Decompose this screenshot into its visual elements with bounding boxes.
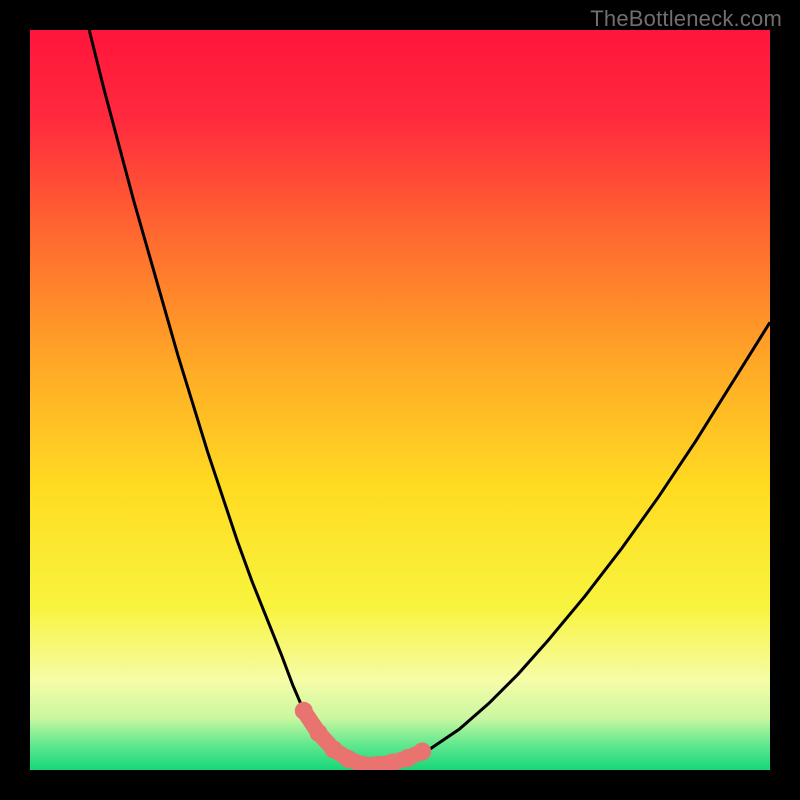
chart-frame	[30, 30, 770, 770]
watermark-text: TheBottleneck.com	[590, 6, 782, 32]
highlight-point	[413, 743, 431, 761]
bottleneck-chart	[30, 30, 770, 770]
highlight-point	[324, 740, 342, 758]
chart-background	[30, 30, 770, 770]
highlight-point	[310, 724, 328, 742]
highlight-point	[295, 702, 313, 720]
